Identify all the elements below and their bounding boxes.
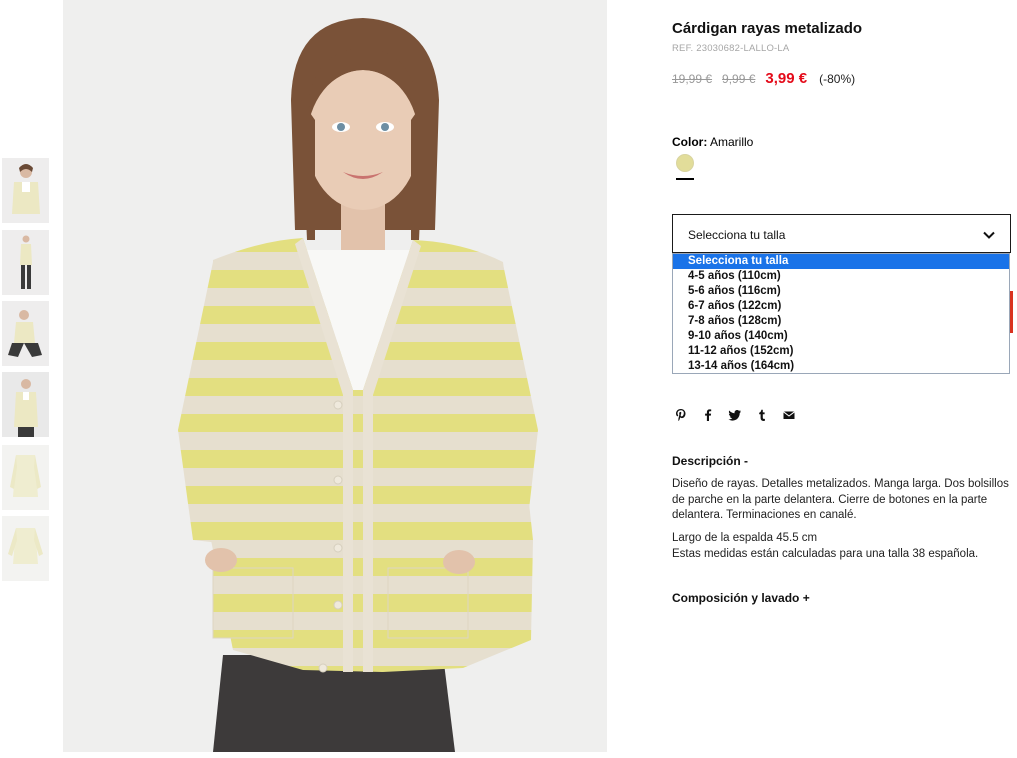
share-icons [674, 405, 809, 425]
thumbnail-6[interactable] [2, 516, 49, 581]
description-text: Diseño de rayas. Detalles metalizados. M… [672, 478, 1009, 521]
description-toggle[interactable]: Descripción - [672, 454, 748, 468]
measure-back-length: Largo de la espalda 45.5 cm [672, 532, 818, 544]
color-label: Color: [672, 135, 708, 149]
product-ref: REF. 23030682-LALLO-LA [672, 43, 790, 54]
size-options-list: Selecciona tu talla 4-5 años (110cm) 5-6… [672, 253, 1010, 374]
size-option[interactable]: 11-12 años (152cm) [673, 344, 1009, 359]
color-value: Amarillo [710, 135, 754, 149]
thumbnail-2[interactable] [2, 230, 49, 295]
main-product-image [63, 0, 607, 752]
original-price: 19,99 € [672, 72, 713, 86]
composition-toggle[interactable]: Composición y lavado + [672, 591, 810, 605]
thumbnail-5-image [2, 445, 49, 510]
size-select[interactable]: Selecciona tu talla [672, 214, 1011, 253]
thumbnail-3-image [2, 301, 49, 366]
size-option[interactable]: 7-8 años (128cm) [673, 314, 1009, 329]
size-option[interactable]: 4-5 años (110cm) [673, 269, 1009, 284]
chevron-down-icon [983, 231, 995, 239]
price-row: 19,99 € 9,99 € 3,99 € (-80%) [672, 70, 855, 90]
twitter-icon[interactable] [728, 405, 755, 425]
email-icon[interactable] [782, 405, 809, 425]
thumbnail-4[interactable] [2, 372, 49, 437]
facebook-icon[interactable] [701, 405, 728, 425]
discount-badge: (-80%) [819, 72, 856, 86]
current-price: 3,99 € [765, 70, 808, 87]
thumbnail-5[interactable] [2, 445, 49, 510]
thumbnail-2-image [2, 230, 49, 295]
tumblr-icon[interactable] [755, 405, 782, 425]
color-label-row: Color: Amarillo [672, 135, 753, 149]
size-option[interactable]: 13-14 años (164cm) [673, 359, 1009, 374]
thumbnail-6-image [2, 516, 49, 581]
swatch-selected-indicator [676, 178, 694, 180]
previous-price: 9,99 € [722, 72, 756, 86]
thumbnail-3[interactable] [2, 301, 49, 366]
description-measures: Largo de la espalda 45.5 cm Estas medida… [672, 531, 1012, 562]
pinterest-icon[interactable] [674, 405, 701, 425]
thumbnail-1[interactable] [2, 158, 49, 223]
size-option[interactable]: 9-10 años (140cm) [673, 329, 1009, 344]
add-to-bag-button-edge[interactable] [1010, 291, 1013, 333]
color-swatch-amarillo[interactable] [676, 154, 694, 172]
size-option[interactable]: 6-7 años (122cm) [673, 299, 1009, 314]
thumbnail-4-image [2, 372, 49, 437]
product-title: Cárdigan rayas metalizado [672, 20, 863, 37]
measure-note: Estas medidas están calculadas para una … [672, 547, 979, 560]
girl-wearing-cardigan-image [63, 0, 607, 752]
size-option[interactable]: Selecciona tu talla [673, 254, 1009, 269]
size-select-value: Selecciona tu talla [688, 228, 786, 242]
size-option[interactable]: 5-6 años (116cm) [673, 284, 1009, 299]
thumbnail-1-image [2, 158, 49, 223]
